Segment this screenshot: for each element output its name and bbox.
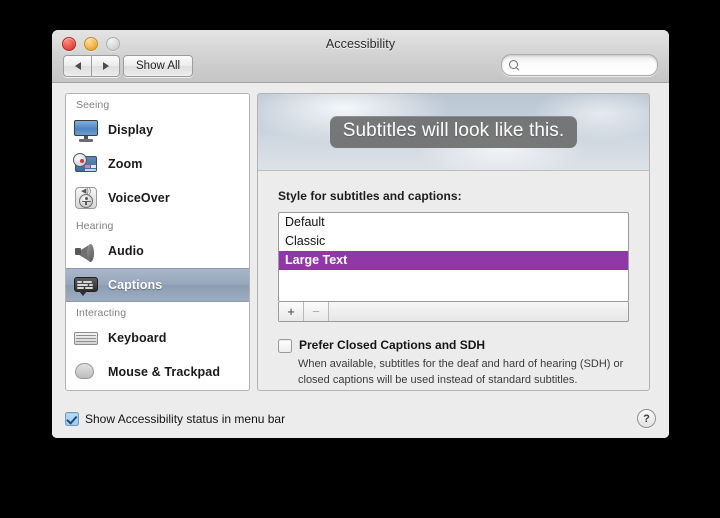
preview-caption-text: Subtitles will look like this. <box>329 116 578 148</box>
back-button[interactable] <box>63 55 91 77</box>
style-list-toolbar: + − <box>278 302 629 322</box>
window-title: Accessibility <box>325 37 396 51</box>
sidebar-item-label: Mouse & Trackpad <box>108 365 221 379</box>
sidebar-item-keyboard[interactable]: Keyboard <box>66 321 249 355</box>
zoom-icon <box>73 151 99 177</box>
captions-icon <box>73 272 99 298</box>
window-titlebar: Accessibility Show All <box>52 30 669 83</box>
show-all-button[interactable]: Show All <box>123 55 194 77</box>
add-style-button[interactable]: + <box>279 302 304 321</box>
panel-inner: Style for subtitles and captions: Defaul… <box>258 171 649 389</box>
sidebar-item-display[interactable]: Display <box>66 113 249 147</box>
prefer-closed-captions-label: Prefer Closed Captions and SDH <box>299 338 486 352</box>
sidebar-group-header-seeing: Seeing <box>76 99 110 111</box>
search-icon <box>509 59 520 71</box>
sidebar-group-header-hearing: Hearing <box>76 220 114 232</box>
show-all-label: Show All <box>136 60 181 72</box>
prefer-closed-captions-checkbox[interactable] <box>278 339 292 353</box>
sidebar-item-label: Audio <box>108 244 144 258</box>
closed-captions-section: Prefer Closed Captions and SDH When avai… <box>278 338 629 389</box>
closed-captions-description: When available, subtitles for the deaf a… <box>298 358 624 386</box>
sidebar-item-label: VoiceOver <box>108 191 170 205</box>
window-body: Seeing Display Zoom ◀)) VoiceOver Hearin… <box>52 83 669 438</box>
window-footer: Show Accessibility status in menu bar ? <box>52 398 669 438</box>
sidebar-group-header-interacting: Interacting <box>76 307 127 319</box>
accessibility-category-sidebar[interactable]: Seeing Display Zoom ◀)) VoiceOver Hearin… <box>65 93 250 391</box>
help-button[interactable]: ? <box>637 409 656 428</box>
chevron-left-icon <box>74 62 81 70</box>
style-list-label: Style for subtitles and captions: <box>278 189 462 203</box>
mouse-icon <box>73 359 99 385</box>
navigation-buttons <box>63 55 120 77</box>
accessibility-preferences-window: Accessibility Show All Seeing Display Zo… <box>52 30 669 438</box>
sidebar-item-label: Keyboard <box>108 331 167 345</box>
show-status-checkbox[interactable] <box>65 412 79 426</box>
sidebar-item-audio[interactable]: Audio <box>66 234 249 268</box>
prefer-closed-captions-row[interactable]: Prefer Closed Captions and SDH <box>278 338 629 353</box>
search-input[interactable] <box>524 58 646 72</box>
captions-settings-panel: Subtitles will look like this. Style for… <box>257 93 650 391</box>
show-status-label: Show Accessibility status in menu bar <box>85 411 286 426</box>
sidebar-item-mouse-trackpad[interactable]: Mouse & Trackpad <box>66 355 249 389</box>
subtitle-style-list[interactable]: Default Classic Large Text <box>278 212 629 302</box>
remove-style-button[interactable]: − <box>304 302 329 321</box>
sidebar-item-label: Display <box>108 123 154 137</box>
audio-icon <box>73 238 99 264</box>
forward-button[interactable] <box>91 55 120 77</box>
chevron-right-icon <box>102 62 109 70</box>
show-status-row[interactable]: Show Accessibility status in menu bar <box>65 411 285 426</box>
search-field[interactable] <box>501 54 658 76</box>
sidebar-item-zoom[interactable]: Zoom <box>66 147 249 181</box>
voiceover-icon: ◀)) <box>73 185 99 211</box>
toolbar-filler <box>329 302 628 321</box>
display-icon <box>73 117 99 143</box>
subtitle-preview-area: Subtitles will look like this. <box>258 94 649 171</box>
sidebar-item-captions[interactable]: Captions <box>66 268 249 302</box>
list-item[interactable]: Large Text <box>279 251 628 270</box>
keyboard-icon <box>73 325 99 351</box>
sidebar-item-label: Captions <box>108 278 163 292</box>
list-item[interactable]: Default <box>279 213 628 232</box>
sidebar-item-voiceover[interactable]: ◀)) VoiceOver <box>66 181 249 215</box>
sidebar-item-label: Zoom <box>108 157 143 171</box>
list-item[interactable]: Classic <box>279 232 628 251</box>
